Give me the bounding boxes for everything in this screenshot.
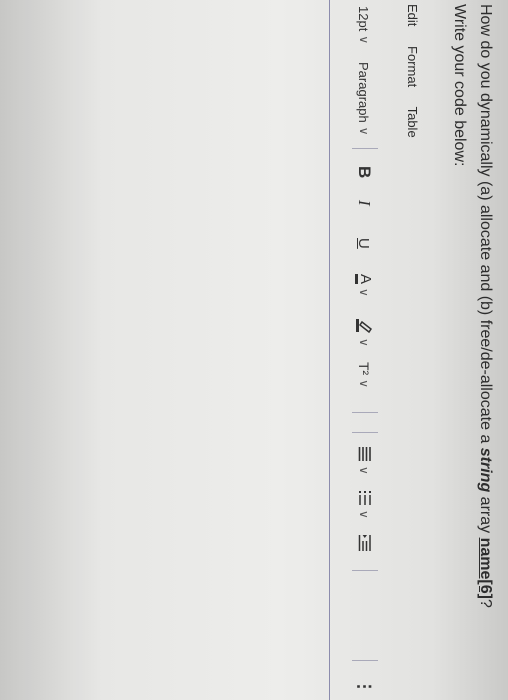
editor-toolbar: 12pt ∨ Paragraph ∨ B I U A ∨ ∨ T² ∨ ∨ ∨ … xyxy=(344,0,384,700)
menu-edit[interactable]: Edit xyxy=(405,4,420,26)
toolbar-divider xyxy=(352,412,378,413)
indent-button[interactable] xyxy=(344,534,384,552)
chevron-down-icon: ∨ xyxy=(357,126,371,136)
block-format-select[interactable]: Paragraph ∨ xyxy=(344,62,384,136)
toolbar-divider xyxy=(352,148,378,149)
code-editor-area[interactable] xyxy=(0,0,330,700)
question-text: How do you dynamically (a) allocate and … xyxy=(477,4,494,608)
toolbar-divider xyxy=(352,660,378,661)
italic-button[interactable]: I xyxy=(344,200,384,206)
align-icon xyxy=(356,446,373,462)
editor-menubar: Edit Format Table xyxy=(400,4,420,154)
question-array-name: name[6] xyxy=(477,537,494,599)
question-keyword: string xyxy=(477,447,494,493)
chevron-down-icon: ∨ xyxy=(357,379,371,389)
rotated-view: How do you dynamically (a) allocate and … xyxy=(0,0,508,700)
superscript-icon: T² xyxy=(356,362,372,376)
highlighter-icon xyxy=(354,318,375,334)
list-button[interactable]: ∨ xyxy=(344,490,384,519)
menu-table[interactable]: Table xyxy=(405,107,420,138)
superscript-button[interactable]: T² ∨ xyxy=(344,362,384,388)
underline-button[interactable]: U xyxy=(344,238,384,249)
menu-format[interactable]: Format xyxy=(405,46,420,87)
font-size-value: 12pt xyxy=(356,6,372,32)
text-color-icon: A xyxy=(355,274,374,285)
chevron-down-icon: ∨ xyxy=(357,510,371,519)
chevron-down-icon: ∨ xyxy=(357,466,371,475)
align-button[interactable]: ∨ xyxy=(344,446,384,475)
bullet-list-icon xyxy=(356,490,373,506)
toolbar-divider xyxy=(352,432,378,433)
font-size-select[interactable]: 12pt ∨ xyxy=(344,6,384,44)
chevron-down-icon: ∨ xyxy=(357,338,371,347)
chevron-down-icon: ∨ xyxy=(357,35,371,45)
editor-content[interactable] xyxy=(313,0,329,700)
block-format-value: Paragraph xyxy=(356,62,372,123)
chevron-down-icon: ∨ xyxy=(357,288,371,297)
highlight-button[interactable]: ∨ xyxy=(344,318,384,347)
bold-button[interactable]: B xyxy=(344,166,384,178)
text-color-button[interactable]: A ∨ xyxy=(344,274,384,297)
screen: How do you dynamically (a) allocate and … xyxy=(0,0,508,700)
toolbar-divider xyxy=(352,570,378,571)
write-code-prompt: Write your code below: xyxy=(451,4,468,167)
indent-icon xyxy=(356,534,373,552)
more-options-button[interactable]: ⋮ xyxy=(344,678,384,695)
